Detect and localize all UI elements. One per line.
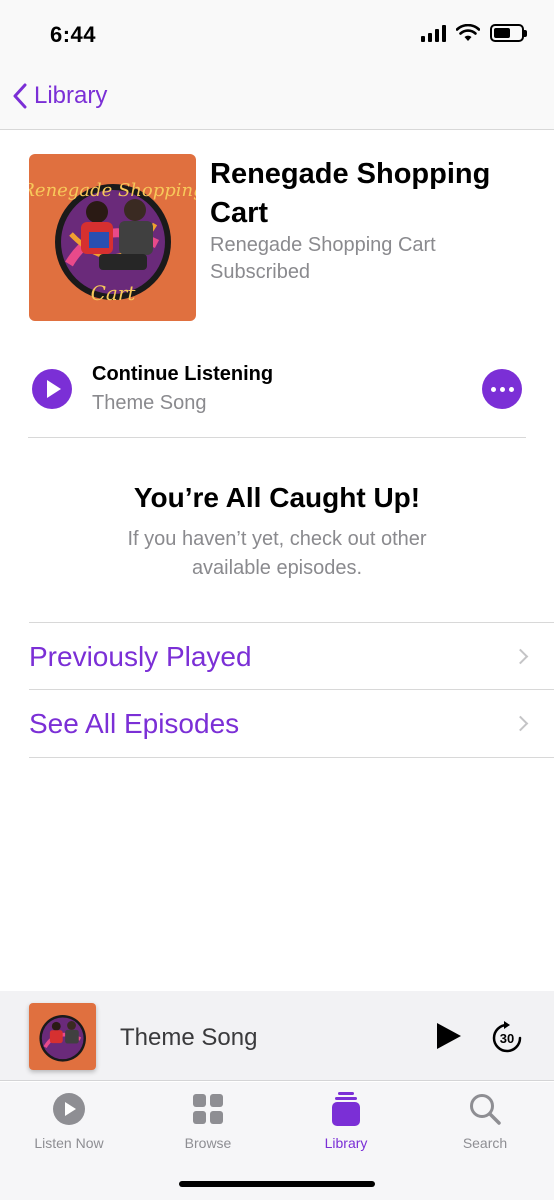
mini-play-button[interactable] (437, 1023, 461, 1049)
search-icon (470, 1094, 501, 1125)
status-time: 6:44 (50, 22, 97, 47)
continue-listening-row[interactable]: Continue Listening Theme Song (28, 352, 526, 438)
tab-search[interactable]: Search (425, 1092, 545, 1151)
tab-listen-now[interactable]: Listen Now (9, 1092, 129, 1151)
tab-label: Library (324, 1135, 368, 1151)
chevron-right-icon (512, 648, 529, 665)
tab-label: Browse (184, 1135, 232, 1151)
back-button[interactable]: Library (12, 82, 107, 110)
back-label: Library (34, 82, 108, 109)
see-all-episodes-link[interactable]: See All Episodes (29, 690, 554, 758)
previously-played-link[interactable]: Previously Played (29, 622, 554, 690)
artwork-cart-text: Cart (91, 281, 137, 305)
play-circle-icon (53, 1093, 85, 1125)
podcast-title: Renegade Shopping Cart (210, 158, 491, 229)
previously-played-label: Previously Played (29, 641, 252, 672)
see-all-episodes-label: See All Episodes (29, 708, 240, 739)
ellipsis-dot (508, 386, 514, 392)
play-episode-button[interactable] (32, 369, 72, 409)
tab-label: Listen Now (34, 1135, 104, 1151)
chevron-left-icon (13, 83, 27, 109)
home-indicator[interactable] (179, 1181, 375, 1187)
battery-icon (490, 24, 527, 42)
more-options-button[interactable] (482, 369, 522, 409)
tab-label: Search (462, 1135, 508, 1151)
continue-listening-label: Continue Listening (92, 363, 274, 385)
subscription-status: Subscribed (210, 261, 311, 283)
caught-up-subtitle: If you haven’t yet, check out other avai… (127, 528, 427, 579)
navigation-bar: Library (0, 70, 554, 130)
mini-player-title[interactable]: Theme Song (120, 1024, 257, 1052)
ellipsis-dot (499, 386, 505, 392)
status-bar: 6:44 (0, 0, 554, 70)
skip-forward-30-button[interactable]: 30 (490, 1021, 524, 1055)
continue-episode-title: Theme Song (92, 392, 207, 414)
grid-icon (193, 1094, 223, 1124)
chevron-right-icon (512, 715, 529, 732)
tab-library[interactable]: Library (286, 1092, 406, 1151)
podcast-artwork[interactable]: Renegade Shopping Cart (29, 154, 196, 321)
library-stack-icon (332, 1092, 360, 1126)
mini-player-artwork[interactable] (29, 1003, 96, 1070)
status-icons (421, 24, 527, 42)
tab-browse[interactable]: Browse (148, 1092, 268, 1151)
skip-seconds-label: 30 (500, 1031, 514, 1046)
artwork-title-text: Renegade Shopping (29, 180, 196, 201)
caught-up-title: You’re All Caught Up! (133, 482, 421, 513)
mini-player[interactable]: Theme Song 30 (0, 991, 554, 1081)
ellipsis-dot (490, 386, 496, 392)
podcast-author[interactable]: Renegade Shopping Cart (210, 234, 436, 257)
wifi-icon (456, 24, 480, 41)
cellular-signal-icon (421, 24, 446, 42)
